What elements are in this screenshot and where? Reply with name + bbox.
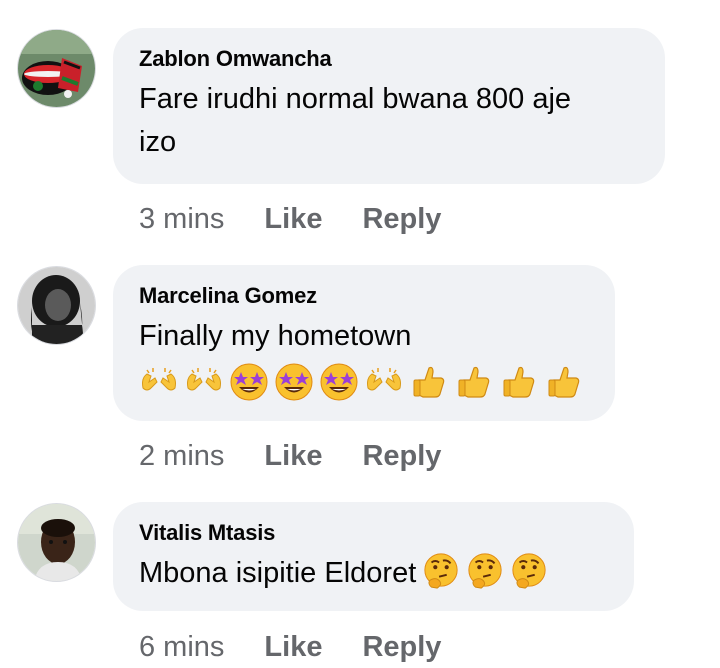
comment-timestamp: 6 mins xyxy=(139,631,225,663)
comment-text: Mbona isipitie Eldoret xyxy=(139,552,608,595)
thinking-face-icon xyxy=(466,552,504,590)
comment-actions: 2 mins Like Reply xyxy=(139,438,441,474)
comment-author[interactable]: Marcelina Gomez xyxy=(139,283,589,309)
comment-thread: Zablon Omwancha Fare irudhi normal bwana… xyxy=(0,0,720,668)
avatar[interactable] xyxy=(18,504,95,581)
comment-text: Finally my hometown xyxy=(139,320,412,352)
thumbs-up-icon xyxy=(544,362,584,402)
comment-timestamp: 3 mins xyxy=(139,203,225,235)
star-struck-icon xyxy=(229,362,269,402)
comment-text-body: Mbona isipitie Eldoret xyxy=(139,557,417,589)
thumbs-up-icon xyxy=(499,362,539,402)
reply-button[interactable]: Reply xyxy=(362,438,441,474)
avatar-kenyan-flag-bracelet-icon xyxy=(18,30,95,107)
thumbs-up-icon xyxy=(454,362,494,402)
thinking-face-icon xyxy=(422,552,460,590)
like-button[interactable]: Like xyxy=(264,201,322,237)
raising-hands-icon xyxy=(364,362,404,402)
comment-bubble: Vitalis Mtasis Mbona isipitie Eldoret xyxy=(113,502,634,611)
comment-bubble: Zablon Omwancha Fare irudhi normal bwana… xyxy=(113,28,665,184)
like-button[interactable]: Like xyxy=(264,629,322,665)
avatar-person-photo-icon xyxy=(18,504,95,581)
reply-button[interactable]: Reply xyxy=(362,201,441,237)
comment-text: Fare irudhi normal bwana 800 aje izo xyxy=(139,78,639,164)
avatar[interactable] xyxy=(18,267,95,344)
avatar-person-grayscale-icon xyxy=(18,267,95,344)
like-button[interactable]: Like xyxy=(264,438,322,474)
star-struck-icon xyxy=(319,362,359,402)
avatar[interactable] xyxy=(18,30,95,107)
thumbs-up-icon xyxy=(409,362,449,402)
comment-text-line: Fare irudhi normal bwana 800 aje xyxy=(139,83,572,115)
comment-author[interactable]: Vitalis Mtasis xyxy=(139,520,608,546)
comment-author[interactable]: Zablon Omwancha xyxy=(139,46,639,72)
comment-text-line: izo xyxy=(139,126,177,158)
comment-actions: 6 mins Like Reply xyxy=(139,629,441,665)
emoji-row xyxy=(139,360,589,404)
raising-hands-icon xyxy=(184,362,224,402)
reply-button[interactable]: Reply xyxy=(362,629,441,665)
raising-hands-icon xyxy=(139,362,179,402)
thinking-face-icon xyxy=(510,552,548,590)
comment-actions: 3 mins Like Reply xyxy=(139,201,441,237)
comment-timestamp: 2 mins xyxy=(139,440,225,472)
star-struck-icon xyxy=(274,362,314,402)
comment-bubble: Marcelina Gomez Finally my hometown xyxy=(113,265,615,421)
